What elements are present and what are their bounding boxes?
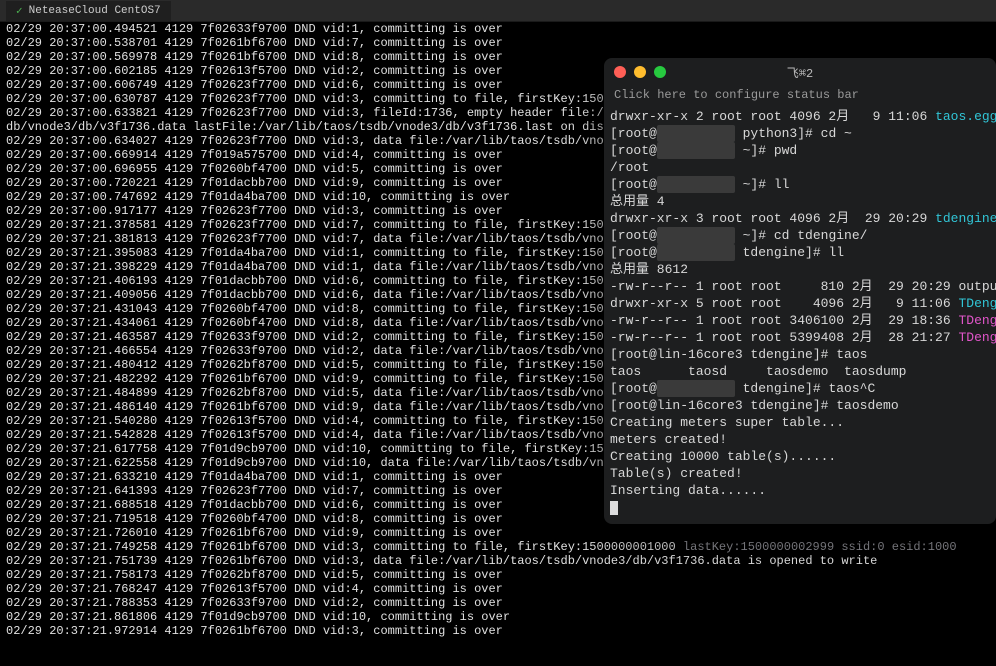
terminal-line: [root@xxxxxxxxxx ~]# ll	[610, 176, 990, 193]
tab-bar: ✓ NeteaseCloud CentOS7	[0, 0, 996, 22]
terminal-line: [root@xxxxxxxxxx tdengine]# ll	[610, 244, 990, 261]
terminal-line: /root	[610, 159, 990, 176]
terminal-line: -rw-r--r-- 1 root root 5399408 2月 28 21:…	[610, 329, 990, 346]
check-icon: ✓	[16, 4, 23, 18]
cursor-icon	[610, 501, 618, 515]
terminal-line: -rw-r--r-- 1 root root 810 2月 29 20:29 o…	[610, 278, 990, 295]
log-line: 02/29 20:37:00.538701 4129 7f0261bf6700 …	[6, 36, 996, 50]
terminal-line: Creating meters super table...	[610, 414, 990, 431]
terminal-line: [root@xxxxxxxxxx python3]# cd ~	[610, 125, 990, 142]
terminal-line: drwxr-xr-x 5 root root 4096 2月 9 11:06 T…	[610, 295, 990, 312]
log-line: 02/29 20:37:21.972914 4129 7f0261bf6700 …	[6, 624, 996, 638]
terminal-line: Inserting data......	[610, 482, 990, 499]
terminal-line: 总用量 4	[610, 193, 990, 210]
terminal-line	[610, 499, 990, 516]
terminal-line: drwxr-xr-x 2 root root 4096 2月 9 11:06 t…	[610, 108, 990, 125]
terminal-line: Creating 10000 table(s)......	[610, 448, 990, 465]
terminal-line: 总用量 8612	[610, 261, 990, 278]
log-line: 02/29 20:37:00.494521 4129 7f02633f9700 …	[6, 22, 996, 36]
log-line: 02/29 20:37:21.726010 4129 7f0261bf6700 …	[6, 526, 996, 540]
terminal-line: -rw-r--r-- 1 root root 3406100 2月 29 18:…	[610, 312, 990, 329]
terminal-line: [root@xxxxxxxxxx tdengine]# taos^C	[610, 380, 990, 397]
terminal-title: 飞⌘2	[604, 64, 996, 81]
terminal-output: drwxr-xr-x 2 root root 4096 2月 9 11:06 t…	[604, 108, 996, 522]
terminal-line: drwxr-xr-x 3 root root 4096 2月 29 20:29 …	[610, 210, 990, 227]
terminal-window[interactable]: 飞⌘2 Click here to configure status bar d…	[604, 58, 996, 524]
terminal-line: [root@lin-16core3 tdengine]# taosdemo	[610, 397, 990, 414]
terminal-line: [root@xxxxxxxxxx ~]# pwd	[610, 142, 990, 159]
status-bar-hint[interactable]: Click here to configure status bar	[604, 86, 996, 108]
terminal-titlebar[interactable]: 飞⌘2	[604, 58, 996, 86]
log-line: 02/29 20:37:21.751739 4129 7f0261bf6700 …	[6, 554, 996, 568]
log-line: 02/29 20:37:21.861806 4129 7f01d9cb9700 …	[6, 610, 996, 624]
terminal-line: meters created!	[610, 431, 990, 448]
terminal-line: Table(s) created!	[610, 465, 990, 482]
log-line: 02/29 20:37:21.788353 4129 7f02633f9700 …	[6, 596, 996, 610]
terminal-line: [root@xxxxxxxxxx ~]# cd tdengine/	[610, 227, 990, 244]
tab-netease-centos[interactable]: ✓ NeteaseCloud CentOS7	[6, 1, 171, 21]
log-line: 02/29 20:37:21.768247 4129 7f02613f5700 …	[6, 582, 996, 596]
tab-label: NeteaseCloud CentOS7	[29, 5, 161, 17]
terminal-line: [root@lin-16core3 tdengine]# taos	[610, 346, 990, 363]
terminal-line: taos taosd taosdemo taosdump	[610, 363, 990, 380]
log-line: 02/29 20:37:21.758173 4129 7f0262bf8700 …	[6, 568, 996, 582]
log-line: 02/29 20:37:21.749258 4129 7f0261bf6700 …	[6, 540, 996, 554]
